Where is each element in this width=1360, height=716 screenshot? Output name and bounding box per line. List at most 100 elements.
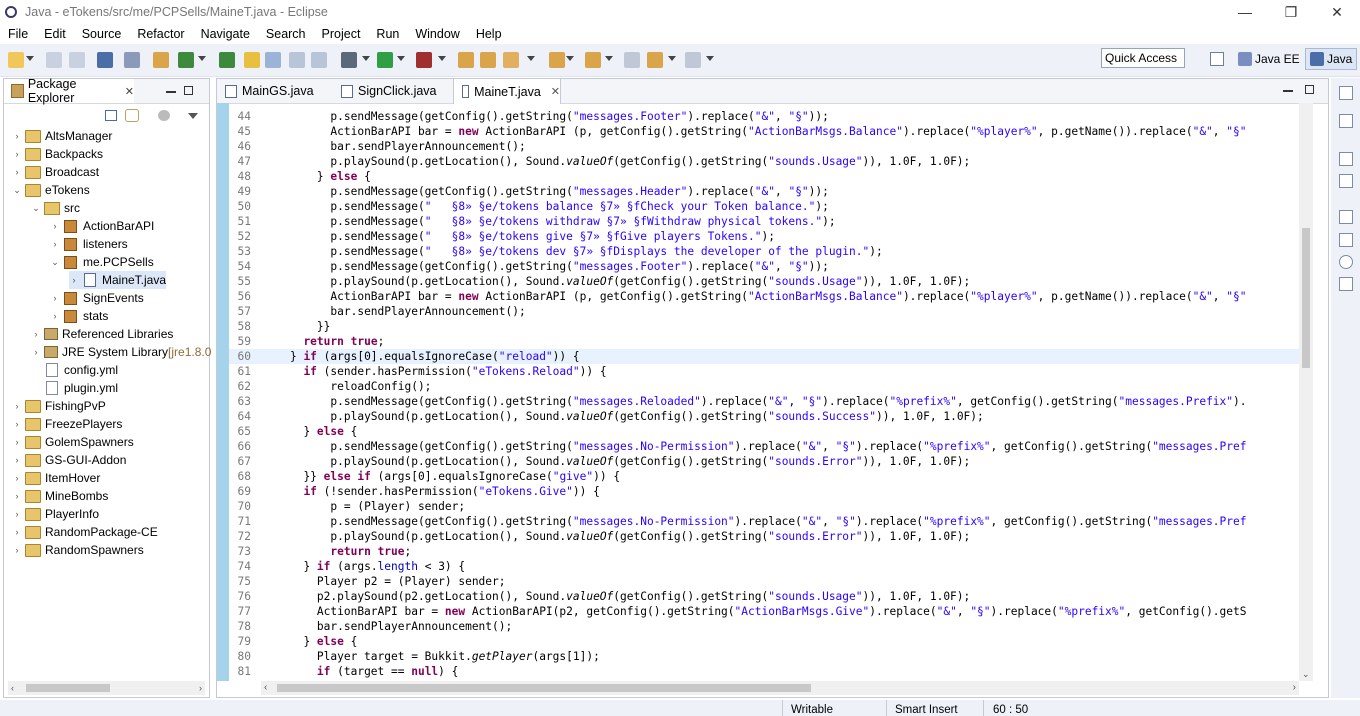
forward-icon[interactable]: [685, 52, 701, 68]
back-dropdown[interactable]: [668, 56, 676, 61]
collapsed-chevron-icon[interactable]: ›: [50, 293, 60, 303]
quick-access-input[interactable]: Quick Access: [1101, 48, 1185, 68]
search-icon[interactable]: [503, 52, 519, 68]
next-annotation-icon[interactable]: [549, 52, 565, 68]
collapsed-chevron-icon[interactable]: ›: [12, 149, 22, 159]
menu-help[interactable]: Help: [468, 27, 510, 41]
code-line[interactable]: 52 p.sendMessage(" §8» §e/tokens give §7»…: [229, 229, 1299, 244]
tree-item[interactable]: › PlayerInfo: [12, 505, 100, 523]
toggle-word-wrap-icon[interactable]: [311, 52, 327, 68]
code-line[interactable]: 63 p.sendMessage(getConfig().getString("m…: [229, 394, 1299, 409]
code-line[interactable]: 65} else {: [229, 424, 1299, 439]
new-java-project-icon[interactable]: [153, 52, 169, 68]
code-line[interactable]: 50 p.sendMessage(" §8» §e/tokens balance …: [229, 199, 1299, 214]
menu-navigate[interactable]: Navigate: [193, 27, 258, 41]
outline-minimize-icon[interactable]: [1339, 152, 1353, 166]
code-line[interactable]: 48} else {: [229, 169, 1299, 184]
tree-item[interactable]: plugin.yml: [31, 379, 118, 397]
minimize-view-icon[interactable]: [166, 91, 176, 93]
collapsed-chevron-icon[interactable]: ›: [12, 455, 22, 465]
skip-breakpoints-icon[interactable]: [124, 52, 140, 68]
new-dropdown-arrow[interactable]: [26, 56, 34, 61]
problems-restore-icon[interactable]: [1339, 210, 1353, 224]
tree-item[interactable]: › Referenced Libraries: [31, 325, 174, 343]
editor-vscrollbar[interactable]: ⌄: [1299, 103, 1313, 681]
link-with-editor-icon[interactable]: [125, 109, 139, 122]
code-line[interactable]: 75 Player p2 = (Player) sender;: [229, 574, 1299, 589]
tree-item[interactable]: › Backpacks: [12, 145, 104, 163]
code-line[interactable]: 66 p.sendMessage(getConfig().getString("m…: [229, 439, 1299, 454]
editor-maximize-icon[interactable]: [1305, 85, 1314, 94]
problems-view-icon[interactable]: [1339, 233, 1353, 247]
expanded-chevron-icon[interactable]: ⌄: [12, 185, 22, 196]
tree-item[interactable]: › FishingPvP: [12, 397, 106, 415]
code-line[interactable]: 58}}: [229, 319, 1299, 334]
collapsed-chevron-icon[interactable]: ›: [12, 527, 22, 537]
search-dropdown[interactable]: [527, 56, 535, 61]
collapsed-chevron-icon[interactable]: ›: [12, 509, 22, 519]
back-icon[interactable]: [647, 52, 663, 68]
collapsed-chevron-icon[interactable]: ›: [12, 491, 22, 501]
tree-item[interactable]: › listeners: [50, 235, 128, 253]
tree-item[interactable]: › FreezePlayers: [12, 415, 123, 433]
scroll-left-icon[interactable]: ‹: [11, 683, 14, 693]
new-package-icon[interactable]: [178, 52, 194, 68]
run-dropdown[interactable]: [397, 56, 405, 61]
view-menu-icon[interactable]: [188, 113, 198, 119]
collapsed-chevron-icon[interactable]: ›: [12, 401, 22, 411]
code-editor[interactable]: 44 p.sendMessage(getConfig().getString("m…: [229, 103, 1299, 681]
scroll-thumb[interactable]: [26, 684, 110, 692]
menu-refactor[interactable]: Refactor: [129, 27, 192, 41]
menu-run[interactable]: Run: [368, 27, 407, 41]
code-line[interactable]: 49 p.sendMessage(getConfig().getString("m…: [229, 184, 1299, 199]
editor-gutter[interactable]: [217, 103, 229, 681]
code-line[interactable]: 57 bar.sendPlayerAnnouncement();: [229, 304, 1299, 319]
collapsed-chevron-icon[interactable]: ›: [50, 239, 60, 249]
code-line[interactable]: 74} if (args.length < 3) {: [229, 559, 1299, 574]
open-type-icon[interactable]: [219, 52, 235, 68]
tree-item[interactable]: ⌄ src: [31, 199, 80, 217]
package-explorer-tab[interactable]: Package Explorer ✕: [4, 77, 134, 105]
collapsed-chevron-icon[interactable]: ›: [12, 167, 22, 177]
menu-search[interactable]: Search: [258, 27, 314, 41]
code-line[interactable]: 80 Player target = Bukkit.getPlayer(args[…: [229, 649, 1299, 664]
restore-button[interactable]: ❐: [1268, 0, 1314, 24]
tree-item[interactable]: › MineBombs: [12, 487, 109, 505]
collapsed-chevron-icon[interactable]: ›: [31, 347, 41, 357]
focus-icon[interactable]: [158, 110, 170, 121]
editor-scroll-right-icon[interactable]: ›: [1293, 682, 1296, 693]
code-line[interactable]: 78 bar.sendPlayerAnnouncement();: [229, 619, 1299, 634]
javadoc-icon[interactable]: [1339, 255, 1353, 269]
scroll-right-icon[interactable]: ›: [199, 683, 202, 693]
code-line[interactable]: 45 ActionBarAPI bar = new ActionBarAPI (p…: [229, 124, 1299, 139]
editor-hscroll-thumb[interactable]: [277, 684, 811, 692]
expanded-chevron-icon[interactable]: ⌄: [31, 203, 41, 214]
collapsed-chevron-icon[interactable]: ›: [12, 419, 22, 429]
open-perspective-icon[interactable]: [1210, 52, 1224, 66]
menu-project[interactable]: Project: [314, 27, 369, 41]
code-line[interactable]: 67 p.playSound(p.getLocation(), Sound.val…: [229, 454, 1299, 469]
forward-dropdown[interactable]: [706, 56, 714, 61]
code-line[interactable]: 47 p.playSound(p.getLocation(), Sound.val…: [229, 154, 1299, 169]
prev-annotation-icon[interactable]: [585, 52, 601, 68]
code-line[interactable]: 79} else {: [229, 634, 1299, 649]
collapsed-chevron-icon[interactable]: ›: [12, 545, 22, 555]
tree-item[interactable]: ⌄ eTokens: [12, 181, 89, 199]
editor-tab[interactable]: SignClick.java: [333, 79, 453, 103]
code-line[interactable]: 54 p.sendMessage(getConfig().getString("m…: [229, 259, 1299, 274]
outline-restore-icon[interactable]: [1339, 86, 1353, 100]
editor-scroll-left-icon[interactable]: ‹: [264, 682, 267, 693]
save-all-icon[interactable]: [69, 52, 85, 68]
menu-file[interactable]: File: [0, 27, 36, 41]
scroll-down-icon[interactable]: ⌄: [1302, 669, 1310, 680]
new-package-dropdown[interactable]: [198, 56, 206, 61]
collapsed-chevron-icon[interactable]: ›: [50, 311, 60, 321]
menu-source[interactable]: Source: [74, 27, 130, 41]
editor-minimize-icon[interactable]: [1283, 90, 1293, 92]
code-line[interactable]: 59 return true;: [229, 334, 1299, 349]
editor-tab[interactable]: MaineT.java ✕: [453, 79, 561, 104]
code-line[interactable]: 51 p.sendMessage(" §8» §e/tokens withdraw…: [229, 214, 1299, 229]
collapsed-chevron-icon[interactable]: ›: [12, 473, 22, 483]
tree-item[interactable]: › GolemSpawners: [12, 433, 134, 451]
tree-item[interactable]: › SignEvents: [50, 289, 144, 307]
